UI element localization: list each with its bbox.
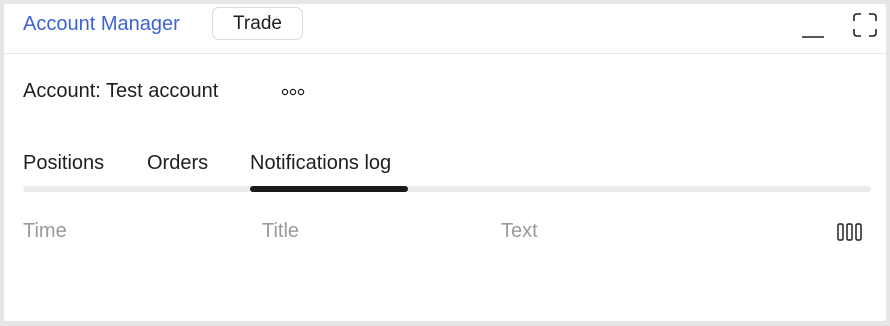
- maximize-icon[interactable]: [850, 10, 880, 40]
- account-manager-panel: Account Manager Trade Account: Test acco…: [4, 4, 886, 321]
- account-manager-tab[interactable]: Account Manager: [23, 13, 180, 36]
- column-header-title[interactable]: Title: [262, 220, 299, 243]
- minimize-icon[interactable]: [798, 10, 828, 40]
- column-header-time[interactable]: Time: [23, 220, 67, 243]
- account-label: Account: Test account: [23, 80, 219, 102]
- panel-header: Account Manager Trade: [4, 4, 886, 54]
- tab-track: [23, 186, 871, 192]
- trade-button[interactable]: Trade: [212, 7, 303, 40]
- tab-positions[interactable]: Positions: [23, 152, 104, 175]
- column-header-text[interactable]: Text: [501, 220, 538, 243]
- columns-icon[interactable]: [836, 221, 864, 243]
- tab-orders[interactable]: Orders: [147, 152, 208, 175]
- table-header: Time Title Text: [4, 220, 886, 248]
- active-tab-indicator: [250, 186, 408, 192]
- more-horizontal-icon[interactable]: [279, 82, 309, 102]
- tab-notifications-log[interactable]: Notifications log: [250, 152, 391, 175]
